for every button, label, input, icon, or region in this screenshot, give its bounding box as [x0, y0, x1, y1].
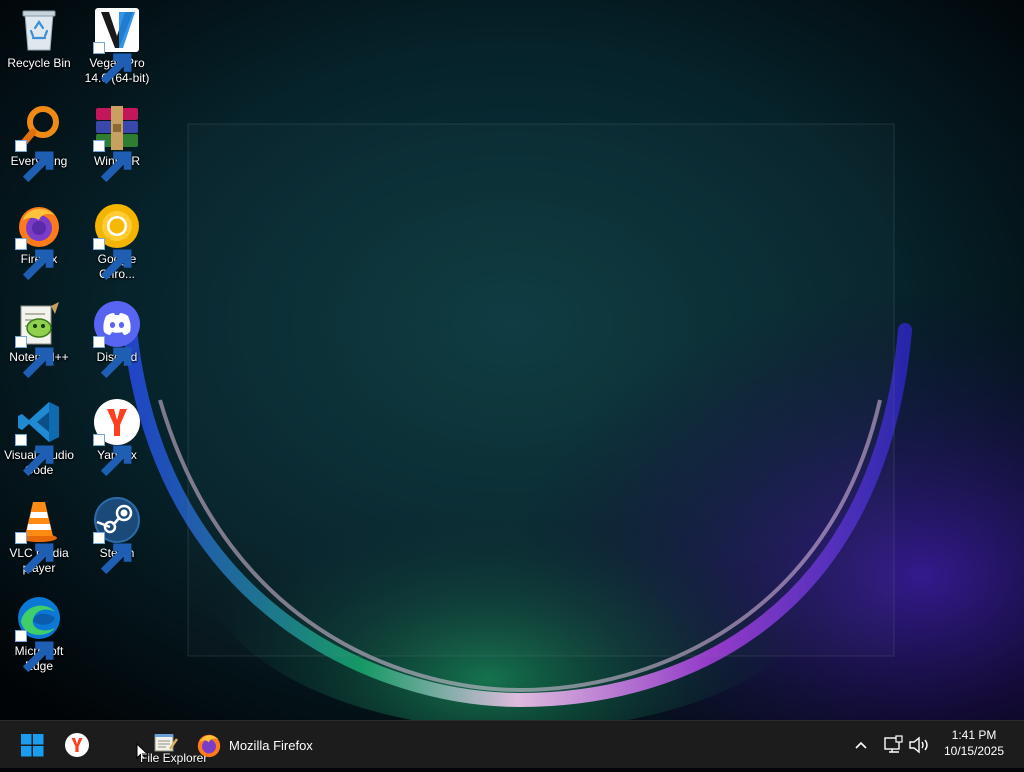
- shortcut-arrow-icon: [93, 336, 132, 379]
- shortcut-arrow-icon: [93, 238, 132, 281]
- shortcut-arrow-icon: [93, 434, 132, 477]
- desktop-icon-firefox[interactable]: Firefox: [0, 202, 78, 281]
- desktop-icon-notepad-plus-plus[interactable]: Notepad++: [0, 300, 78, 379]
- network-status-button[interactable]: [880, 733, 906, 757]
- desktop-icon-vlc[interactable]: VLC media player: [0, 496, 78, 576]
- firefox-window-title: Mozilla Firefox: [229, 738, 313, 753]
- taskbar-firefox-window-button[interactable]: Mozilla Firefox: [192, 725, 322, 765]
- shortcut-arrow-icon: [15, 336, 54, 379]
- windows-logo-icon: [21, 734, 44, 757]
- desktop-icon-everything[interactable]: Everything: [0, 104, 78, 183]
- steam-icon: [93, 496, 141, 575]
- shortcut-arrow-icon: [15, 434, 54, 477]
- notepad-plus-plus-icon: [15, 300, 63, 379]
- speaker-icon: [909, 736, 928, 754]
- shortcut-arrow-icon: [15, 238, 54, 281]
- desktop-icon-label: Recycle Bin: [7, 56, 71, 70]
- desktop-icon-google-chrome[interactable]: Google Chro...: [78, 202, 156, 282]
- winrar-icon: [93, 104, 141, 183]
- network-icon: [884, 735, 903, 753]
- clock-button[interactable]: 1:41 PM 10/15/2025: [936, 727, 1012, 763]
- everything-search-icon: [15, 104, 63, 183]
- start-button[interactable]: [12, 723, 54, 767]
- firefox-icon: [197, 734, 221, 758]
- shortcut-arrow-icon: [93, 42, 132, 85]
- shortcut-arrow-icon: [15, 140, 54, 183]
- desktop-icon-vegas-pro[interactable]: Vegas Pro 14.0 (64-bit): [78, 6, 156, 86]
- show-hidden-icons-button[interactable]: [848, 733, 874, 757]
- taskbar: File Explorer Mozilla Firefox 1:41 PM 10…: [0, 720, 1024, 768]
- clock-time: 1:41 PM: [951, 728, 997, 742]
- volume-button[interactable]: [906, 733, 932, 757]
- desktop[interactable]: Recycle Bin Everything Firefox Notepad++…: [0, 0, 1024, 720]
- recycle-bin-icon: [15, 6, 63, 54]
- shortcut-arrow-icon: [15, 630, 54, 673]
- desktop-icon-yandex[interactable]: Yandex: [78, 398, 156, 477]
- yandex-browser-icon: [65, 733, 89, 757]
- shortcut-arrow-icon: [93, 140, 132, 183]
- desktop-icon-steam[interactable]: Steam: [78, 496, 156, 575]
- desktop-icon-winrar[interactable]: WinRAR: [78, 104, 156, 183]
- microsoft-edge-icon: [15, 594, 63, 673]
- google-chrome-icon: [93, 202, 141, 281]
- shortcut-arrow-icon: [93, 532, 132, 575]
- desktop-icon-microsoft-edge[interactable]: Microsoft Edge: [0, 594, 78, 674]
- vegas-pro-icon: [93, 6, 141, 85]
- yandex-browser-icon: [93, 398, 141, 477]
- desktop-icon-discord[interactable]: Discord: [78, 300, 156, 379]
- desktop-icon-recycle-bin[interactable]: Recycle Bin: [0, 6, 78, 71]
- vlc-cone-icon: [15, 496, 63, 575]
- clock-date: 10/15/2025: [943, 744, 1005, 758]
- discord-icon: [93, 300, 141, 379]
- desktop-icon-visual-studio-code[interactable]: Visual Studio Code: [0, 398, 78, 478]
- firefox-icon: [15, 202, 63, 281]
- visual-studio-code-icon: [15, 398, 63, 477]
- chevron-up-icon: [855, 741, 867, 749]
- shortcut-arrow-icon: [15, 532, 54, 575]
- taskbar-yandex-button[interactable]: [58, 725, 96, 765]
